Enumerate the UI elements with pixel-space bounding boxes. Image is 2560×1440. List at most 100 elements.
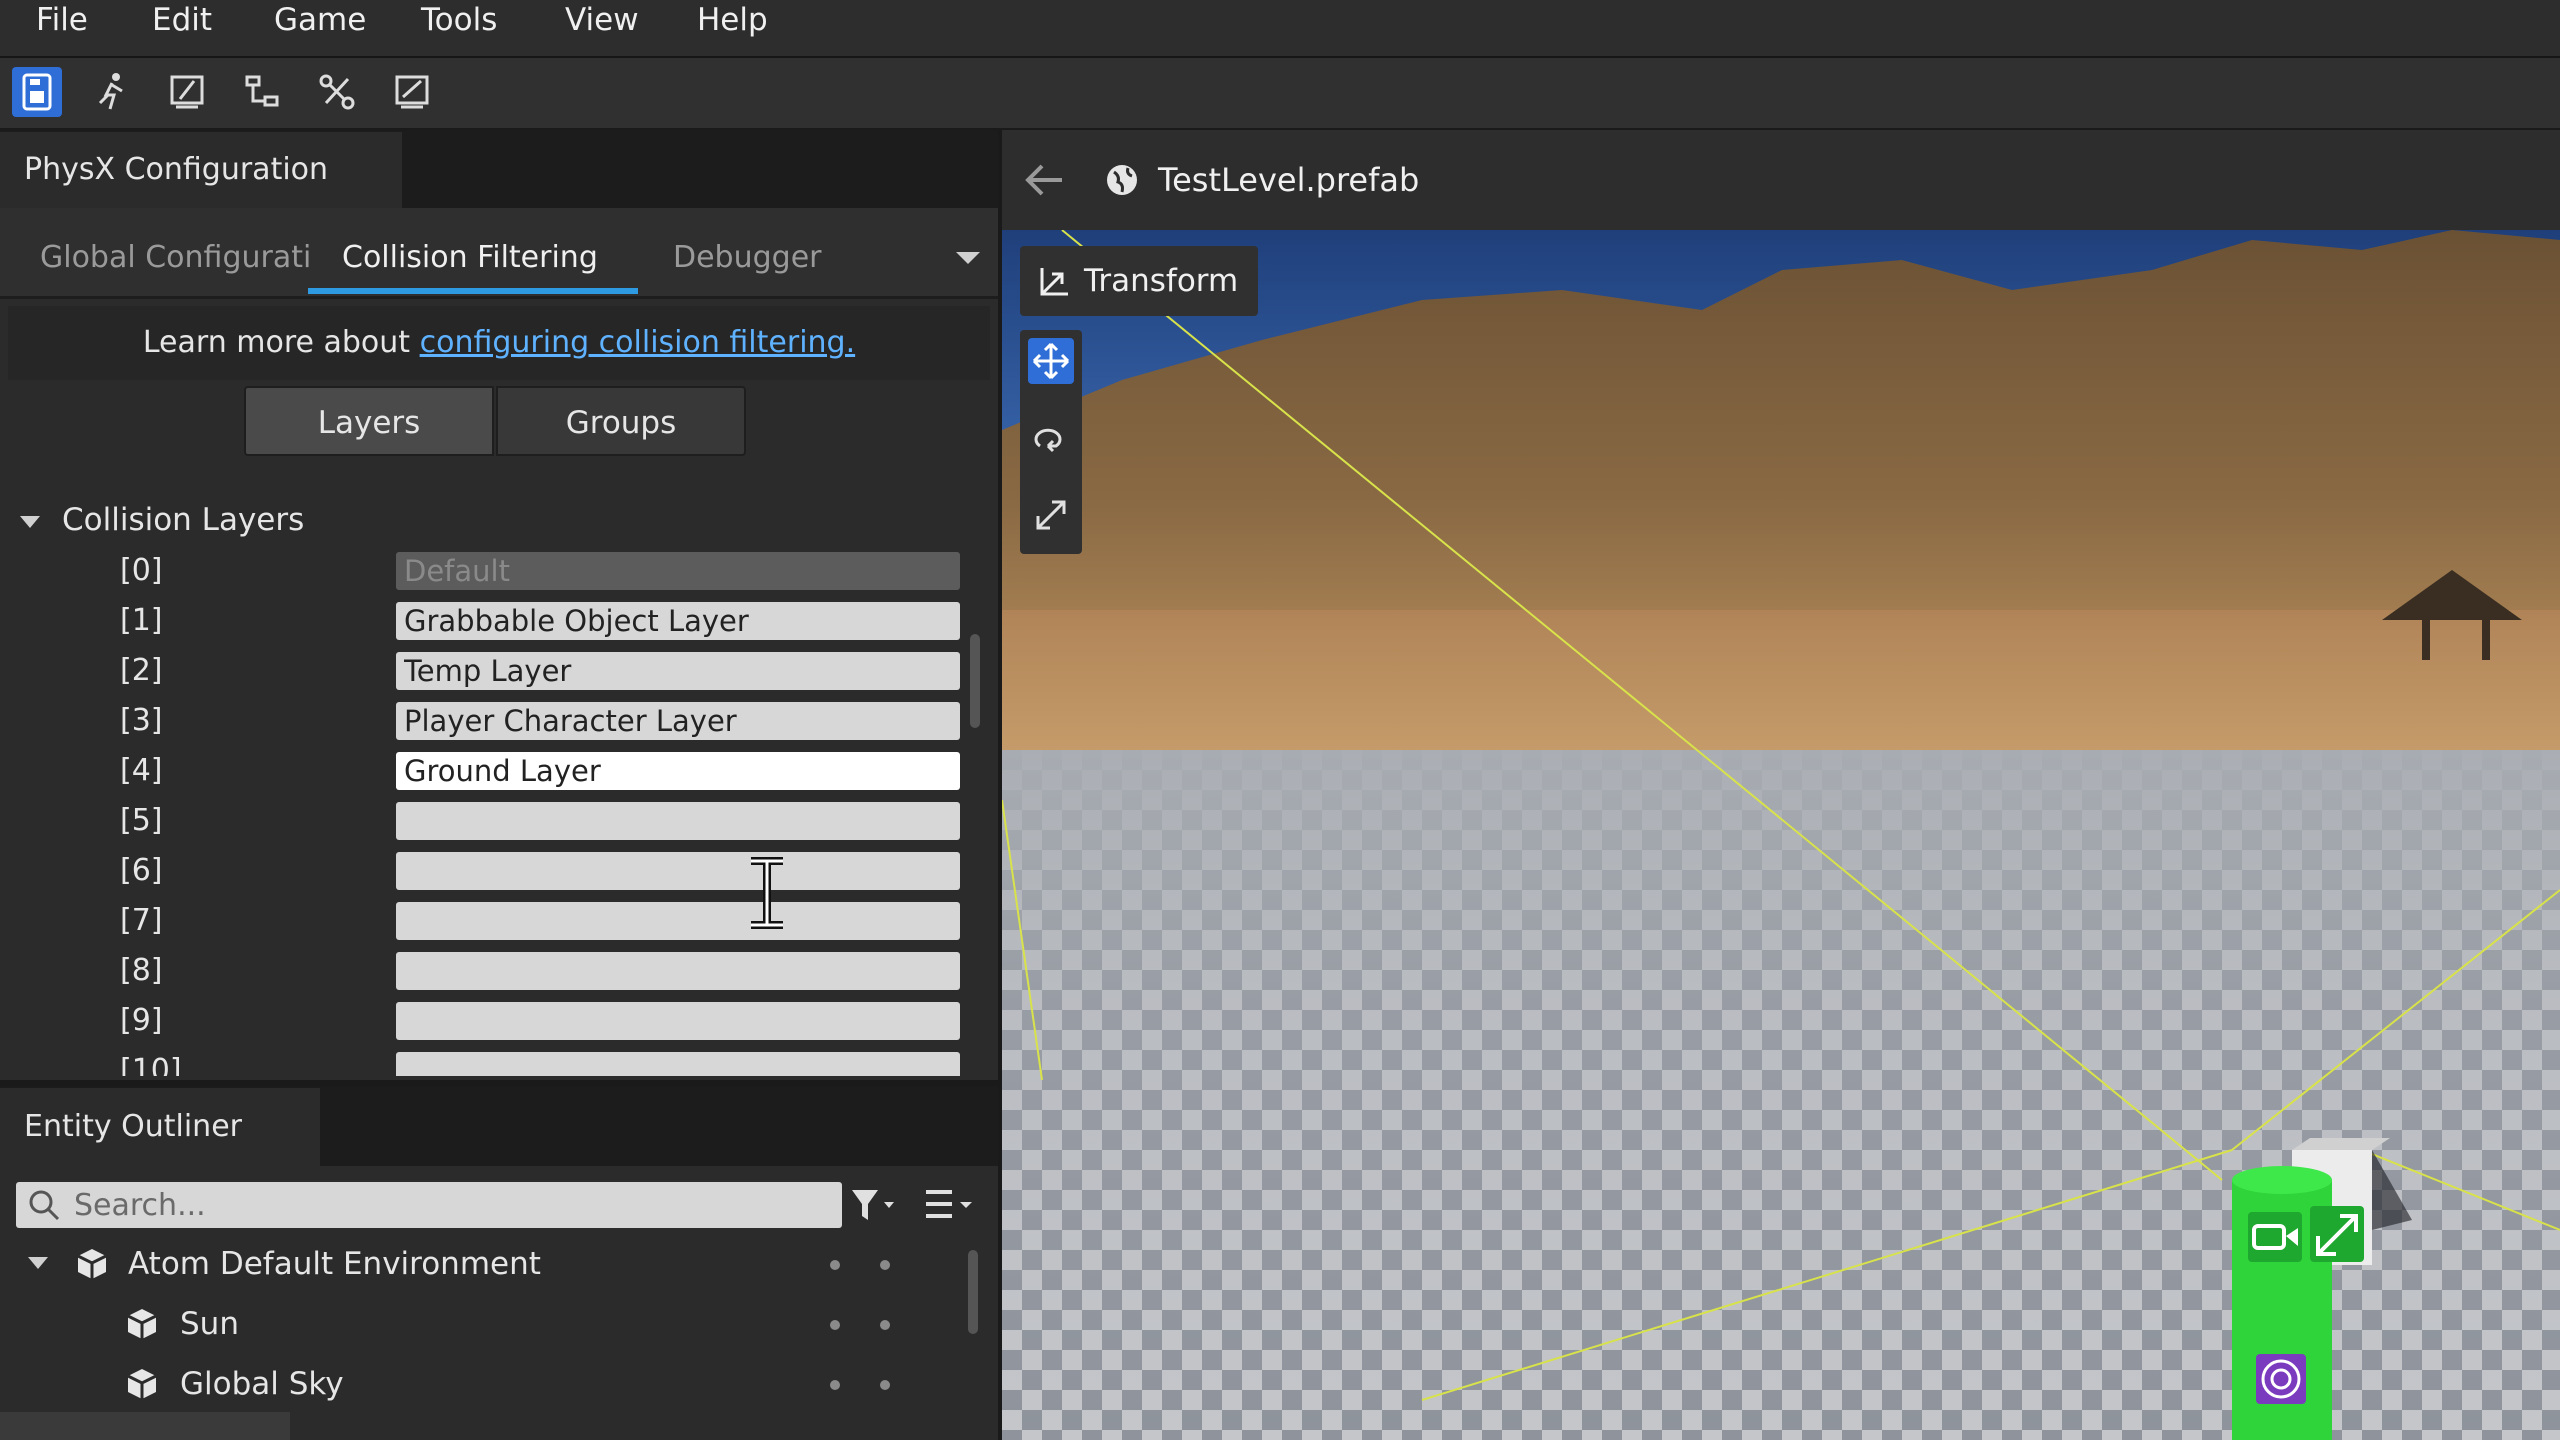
layer-name-field[interactable] (396, 602, 960, 640)
layer-name-field[interactable] (396, 702, 960, 740)
layer-name-field[interactable] (396, 902, 960, 940)
layer-name-field[interactable] (396, 852, 960, 890)
learn-more-link[interactable]: configuring collision filtering. (420, 325, 856, 360)
filter-icon[interactable] (848, 1182, 900, 1228)
physx-configuration-panel: PhysX Configuration Global Configuratio … (0, 130, 998, 1080)
entity-row-global-sky[interactable]: Global Sky (0, 1356, 980, 1412)
layer-row: [7] (0, 896, 980, 946)
active-tab-indicator (308, 288, 638, 294)
expand-caret-icon[interactable] (20, 515, 40, 528)
search-input[interactable] (74, 1182, 814, 1228)
visibility-toggle[interactable] (830, 1380, 840, 1390)
tab-divider (0, 296, 998, 299)
scale-icon[interactable] (1028, 492, 1074, 538)
learn-more-banner: Learn more about configuring collision f… (8, 306, 990, 380)
layer-index: [6] (120, 853, 163, 888)
entity-icon (127, 1369, 157, 1399)
tab-collision-filtering[interactable]: Collision Filtering (342, 208, 622, 298)
scene-render (1002, 230, 2560, 1440)
layer-name-field[interactable] (396, 952, 960, 990)
entity-name: Sun (180, 1306, 239, 1342)
layer-row: [2] (0, 646, 980, 696)
layer-row: [8] (0, 946, 980, 996)
entity-name: Atom Default Environment (128, 1246, 541, 1282)
menu-bar: File Edit Game Tools View Help (0, 0, 2560, 58)
lock-toggle[interactable] (880, 1260, 890, 1270)
move-icon[interactable] (1028, 338, 1074, 384)
layers-toggle-button[interactable]: Layers (244, 386, 494, 456)
entity-row-sun[interactable]: Sun (0, 1296, 980, 1352)
outliner-tab-bar: Entity Outliner (0, 1086, 998, 1166)
transform-label: Transform (1084, 263, 1239, 299)
panel-tab-bar: PhysX Configuration (0, 130, 998, 208)
entity-outliner-panel: Entity Outliner Atom Default Environment… (0, 1086, 998, 1440)
layer-row: [0] (0, 546, 980, 596)
layer-index: [9] (120, 1003, 163, 1038)
rotate-icon[interactable] (1028, 416, 1074, 462)
physx-panel-tab[interactable]: PhysX Configuration (0, 132, 402, 208)
level-globe-icon (1107, 165, 1137, 195)
layer-name-field[interactable] (396, 1002, 960, 1040)
layer-row: [9] (0, 996, 980, 1046)
display-options-icon[interactable] (920, 1182, 980, 1228)
layer-name-field (396, 552, 960, 590)
collision-layer-list: [0] [1] [2] [3] [4] [5] [6] [7] (0, 546, 980, 1076)
visibility-toggle[interactable] (830, 1260, 840, 1270)
save-level-icon[interactable] (12, 67, 62, 117)
menu-tools[interactable]: Tools (421, 0, 497, 40)
layer-row: [3] (0, 696, 980, 746)
layer-row: [5] (0, 796, 980, 846)
tabs-overflow-chevron-icon[interactable] (956, 252, 980, 266)
visibility-toggle[interactable] (830, 1320, 840, 1330)
3d-viewport[interactable]: Transform (1002, 230, 2560, 1440)
text-cursor-icon (751, 857, 783, 929)
layer-index: [7] (120, 903, 163, 938)
layer-index: [2] (120, 653, 163, 688)
animation-editor-icon[interactable] (237, 67, 287, 117)
viewport-header: TestLevel.prefab (1002, 130, 2560, 230)
script-canvas-icon[interactable] (162, 67, 212, 117)
learn-more-text: Learn more about (142, 325, 411, 360)
layer-index: [3] (120, 703, 163, 738)
collision-layers-header[interactable]: Collision Layers (20, 500, 304, 540)
layer-row: [4] (0, 746, 980, 796)
outliner-scrollbar[interactable] (968, 1250, 978, 1334)
menu-edit[interactable]: Edit (152, 0, 212, 40)
lock-toggle[interactable] (880, 1380, 890, 1390)
layer-name-field[interactable] (396, 752, 960, 790)
layer-list-scrollbar[interactable] (970, 634, 980, 728)
entity-name: Global Sky (180, 1366, 344, 1402)
expand-caret-icon[interactable] (28, 1257, 48, 1269)
outliner-search-box[interactable] (16, 1182, 842, 1228)
layer-name-field[interactable] (396, 1052, 960, 1076)
level-name: TestLevel.prefab (1158, 161, 1420, 199)
entity-outliner-tab[interactable]: Entity Outliner (0, 1088, 320, 1166)
tab-debugger[interactable]: Debugger (673, 208, 873, 298)
entity-row-atom-default-environment[interactable]: Atom Default Environment (0, 1236, 980, 1292)
asset-editor-icon[interactable] (387, 67, 437, 117)
lock-toggle[interactable] (880, 1320, 890, 1330)
transform-mode-button[interactable]: Transform (1020, 246, 1258, 316)
entity-icon (127, 1309, 157, 1339)
menu-game[interactable]: Game (274, 0, 366, 40)
groups-toggle-button[interactable]: Groups (496, 386, 746, 456)
main-toolbar (0, 58, 2560, 128)
bottom-tab-strip (0, 1412, 290, 1440)
layer-index: [0] (120, 553, 163, 588)
back-arrow-icon[interactable] (1022, 160, 1066, 200)
tab-global-configuration[interactable]: Global Configuratio (40, 208, 310, 298)
menu-help[interactable]: Help (697, 0, 768, 40)
layer-index: [8] (120, 953, 163, 988)
layer-index: [4] (120, 753, 163, 788)
layer-name-field[interactable] (396, 802, 960, 840)
layer-index: [1] (120, 603, 163, 638)
layer-index: [10] (120, 1053, 182, 1076)
physx-icon[interactable] (312, 67, 362, 117)
layer-name-field[interactable] (396, 652, 960, 690)
menu-file[interactable]: File (36, 0, 88, 40)
play-game-icon[interactable] (88, 67, 138, 117)
layer-row: [6] (0, 846, 980, 896)
layer-index: [5] (120, 803, 163, 838)
collision-layers-title: Collision Layers (62, 502, 305, 538)
menu-view[interactable]: View (565, 0, 639, 40)
